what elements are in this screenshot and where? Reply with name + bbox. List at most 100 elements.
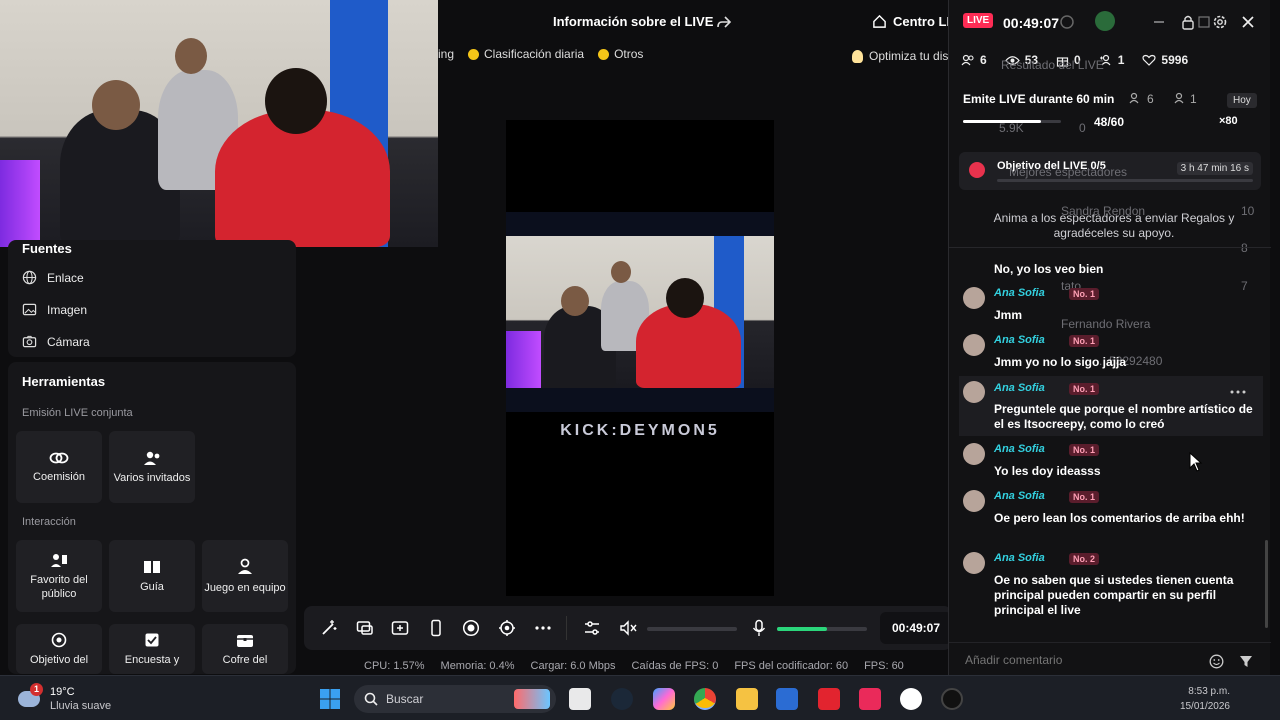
tiktok-icon[interactable] xyxy=(859,688,881,710)
screen-share-icon[interactable] xyxy=(356,619,374,637)
emoji-icon[interactable] xyxy=(1209,654,1224,669)
tile-label: Coemisión xyxy=(33,470,85,483)
message-author[interactable]: Ana Sofia xyxy=(994,443,1045,455)
source-imagen[interactable]: Imagen xyxy=(22,302,87,317)
tile-guia[interactable]: Guía xyxy=(109,540,195,612)
optimiza-tip[interactable]: Optimiza tu dise xyxy=(852,49,955,63)
tile-coemision[interactable]: Coemisión xyxy=(16,431,102,503)
tile-varios-invitados[interactable]: Varios invitados xyxy=(109,431,195,503)
lock-icon[interactable] xyxy=(1181,14,1195,30)
message-text: No, yo los veo bien xyxy=(994,262,1104,276)
capture-icon[interactable] xyxy=(498,619,516,637)
goal-title: Emite LIVE durante 60 min xyxy=(963,92,1115,106)
more-icon[interactable] xyxy=(534,619,552,637)
source-label: Enlace xyxy=(47,270,84,285)
microphone-icon[interactable] xyxy=(750,619,768,637)
chip-otros[interactable]: Otros xyxy=(598,47,643,61)
tile-label: Objetivo del xyxy=(29,654,89,666)
viewers-count: 6 xyxy=(961,53,987,67)
tile-label: Guía xyxy=(140,580,164,593)
taskbar-search[interactable]: Buscar xyxy=(354,685,556,713)
chip-clasificacion[interactable]: Clasificación diaria xyxy=(468,47,584,61)
tile-objetivo[interactable]: Objetivo del xyxy=(16,624,102,674)
tile-encuesta[interactable]: Encuesta y xyxy=(109,624,195,674)
count-value: 1 xyxy=(1117,53,1125,67)
copilot-icon[interactable] xyxy=(653,688,675,710)
layout-icon[interactable] xyxy=(391,619,409,637)
message-author[interactable]: Ana Sofia xyxy=(994,287,1045,299)
message-author[interactable]: Ana Sofia xyxy=(994,382,1045,394)
lightbulb-icon xyxy=(852,49,863,63)
share-icon[interactable] xyxy=(716,14,732,30)
guide-icon xyxy=(144,560,160,573)
chat-message[interactable]: Ana Sofia No. 1 Yo les doy ideasss xyxy=(963,443,1263,483)
windows-start-icon[interactable] xyxy=(319,688,341,710)
settings-sliders-icon[interactable] xyxy=(583,619,601,637)
tile-cofre[interactable]: Cofre del xyxy=(202,624,288,674)
chip-label: ing xyxy=(438,47,455,61)
tile-juego-equipo[interactable]: Juego en equipo xyxy=(202,540,288,612)
avatar[interactable] xyxy=(1095,11,1115,31)
source-camara[interactable]: Cámara xyxy=(22,334,90,349)
popout-icon[interactable] xyxy=(1197,15,1211,29)
tile-favorito-publico[interactable]: Favorito del público xyxy=(16,540,102,612)
ghost-viewer-count: 10 xyxy=(1241,204,1255,218)
guests-icon xyxy=(144,451,160,465)
chat-message[interactable]: Ana Sofia No. 1 Jmm xyxy=(963,287,1263,327)
rank-badge: No. 1 xyxy=(1069,288,1100,300)
minimize-icon[interactable] xyxy=(1152,15,1166,29)
avatar xyxy=(963,443,985,465)
count-value: 5996 xyxy=(1161,53,1189,67)
webcam-preview xyxy=(0,0,438,247)
comment-input[interactable] xyxy=(965,653,1195,667)
objective-time: 3 h 47 min 16 s xyxy=(1176,162,1253,175)
chip-trending[interactable]: ing xyxy=(438,47,454,61)
people-icon xyxy=(1129,92,1139,104)
stream-controls: 00:49:07 xyxy=(304,606,952,650)
rank-badge: No. 1 xyxy=(1069,383,1100,395)
system-clock[interactable]: 8:53 p.m. 15/01/2026 xyxy=(1180,684,1230,714)
filter-icon[interactable] xyxy=(1239,655,1253,668)
panel-timer: 00:49:07 xyxy=(1003,15,1060,31)
player-icon[interactable] xyxy=(900,688,922,710)
message-author[interactable]: Ana Sofia xyxy=(994,552,1045,564)
objective-progress xyxy=(997,179,1253,182)
chrome-icon[interactable] xyxy=(694,688,716,710)
chest-icon xyxy=(237,635,253,647)
hoy-button[interactable]: Hoy xyxy=(1227,93,1257,108)
vertical-mode-icon[interactable] xyxy=(427,619,445,637)
store-icon[interactable] xyxy=(776,688,798,710)
chat-message-highlighted[interactable]: Ana Sofia No. 1 Preguntele que porque el… xyxy=(959,376,1263,436)
close-icon[interactable] xyxy=(1241,15,1255,29)
wps-icon[interactable] xyxy=(818,688,840,710)
chat-message[interactable]: No, yo los veo bien xyxy=(963,244,1263,278)
avatar xyxy=(963,381,985,403)
message-author[interactable]: Ana Sofia xyxy=(994,490,1045,502)
chat-message[interactable]: Ana Sofia No. 1 Jmm yo no lo sigo jajja xyxy=(963,334,1263,374)
chat-message[interactable]: Ana Sofia No. 1 Oe pero lean los comenta… xyxy=(963,490,1263,546)
steam-icon[interactable] xyxy=(611,688,633,710)
live-badge: LIVE xyxy=(963,13,994,28)
mic-volume-slider[interactable] xyxy=(777,627,867,631)
search-label: Buscar xyxy=(386,692,424,706)
source-enlace[interactable]: Enlace xyxy=(22,270,84,285)
weather-widget[interactable]: 1 19°C Lluvia suave xyxy=(18,683,111,713)
search-highlight-icon xyxy=(514,689,550,709)
more-options-icon[interactable] xyxy=(1230,389,1246,395)
obs-icon[interactable] xyxy=(941,688,963,710)
speaker-muted-icon[interactable] xyxy=(619,619,637,637)
gear-icon[interactable] xyxy=(1212,14,1228,30)
chat-message[interactable]: Ana Sofia No. 2 Oe no saben que si usted… xyxy=(963,552,1263,622)
record-icon[interactable] xyxy=(462,619,480,637)
message-author[interactable]: Ana Sofia xyxy=(994,334,1045,346)
speaker-volume-slider[interactable] xyxy=(647,627,737,631)
rank-badge: No. 1 xyxy=(1069,491,1100,503)
stream-stats: CPU: 1.57% Memoria: 0.4% Cargar: 6.0 Mbp… xyxy=(364,660,904,672)
folder-icon[interactable] xyxy=(736,688,758,710)
panel-header: LIVE 00:49:07 xyxy=(949,0,1271,44)
magic-wand-icon[interactable] xyxy=(320,619,338,637)
chip-label: Clasificación diaria xyxy=(484,47,585,61)
avatar xyxy=(963,334,985,356)
chat-scrollbar[interactable] xyxy=(1265,540,1268,628)
task-view-icon[interactable] xyxy=(569,688,591,710)
